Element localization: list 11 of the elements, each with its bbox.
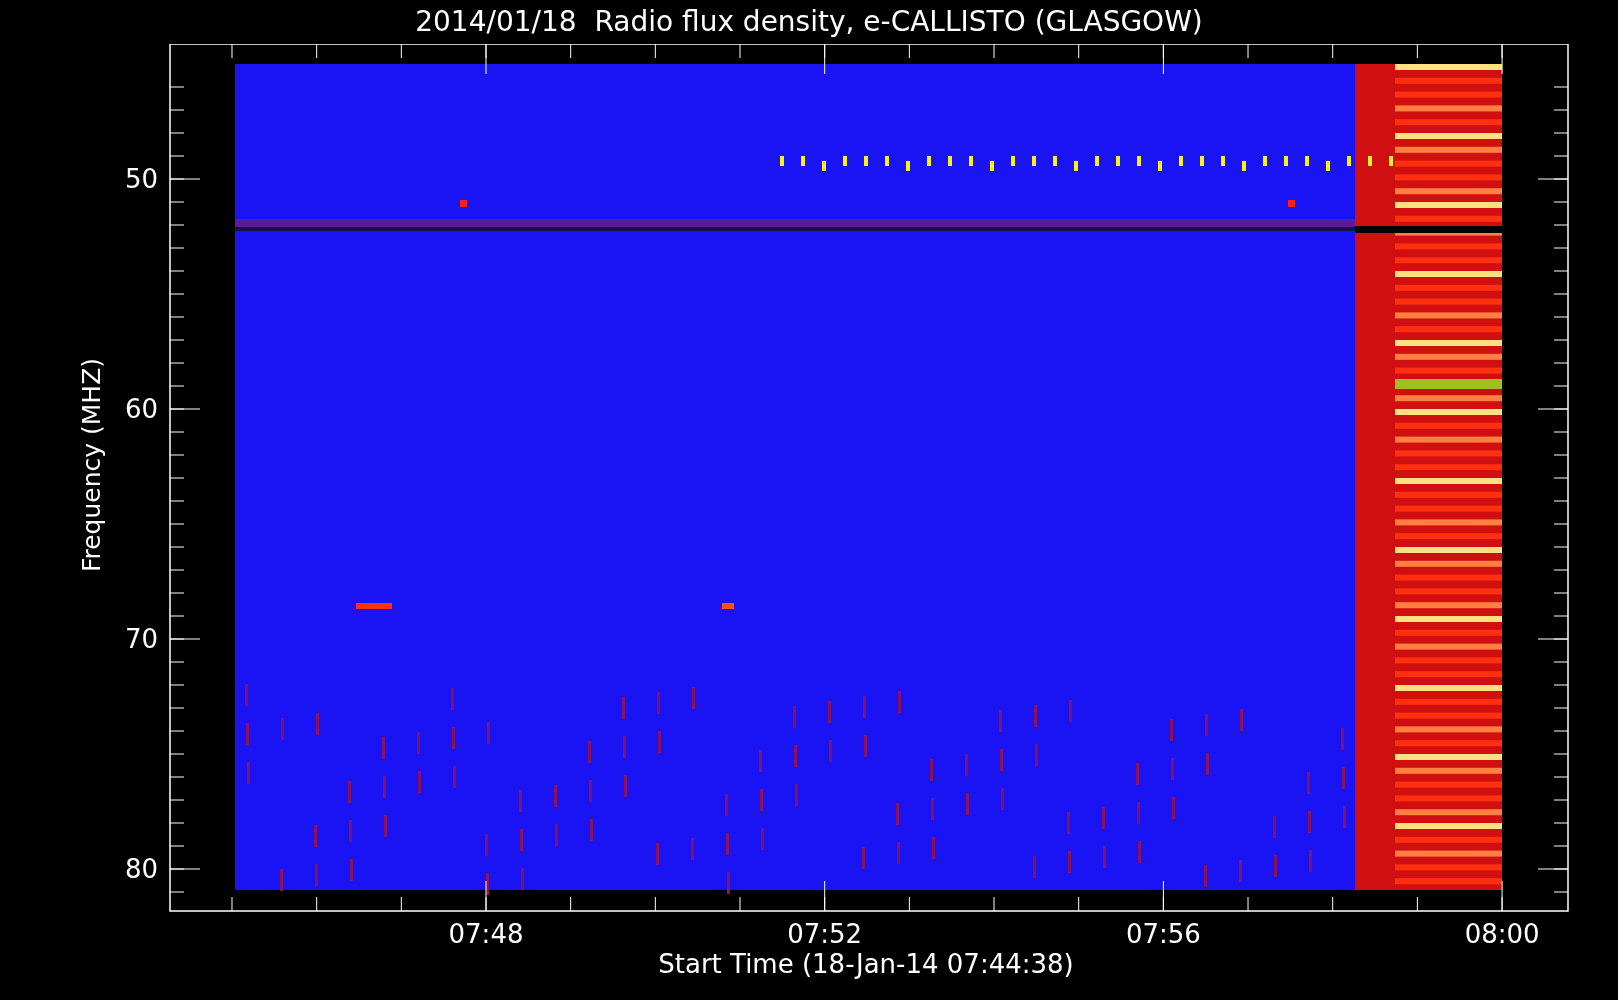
chart-title: 2014/01/18 Radio flux density, e-CALLISTO (GLASGOW)	[415, 8, 1203, 36]
x-tick-label: 07:52	[787, 919, 863, 949]
y-axis-label: Frequency (MHZ)	[77, 357, 106, 573]
y-tick-label: 80	[124, 854, 158, 884]
y-tick-label: 50	[124, 164, 158, 194]
y-tick-label: 60	[124, 394, 158, 424]
x-tick-label: 07:56	[1125, 919, 1201, 949]
y-tick-label: 70	[124, 624, 158, 654]
x-tick-label: 07:48	[448, 919, 524, 949]
x-tick-label: 08:00	[1464, 919, 1540, 949]
x-axis-label: Start Time (18-Jan-14 07:44:38)	[658, 949, 1074, 979]
